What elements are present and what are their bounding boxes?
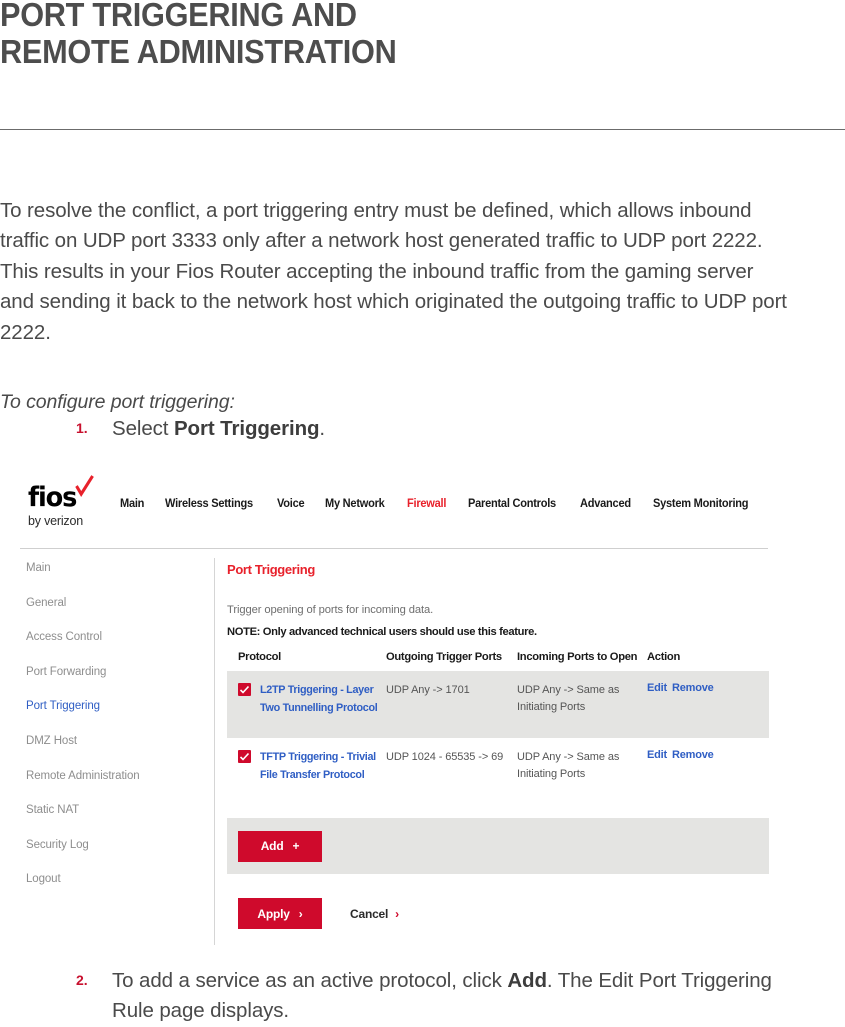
step-1-text-before: Select: [112, 417, 174, 440]
top-navigation: Main Wireless Settings Voice My Network …: [120, 498, 752, 510]
chevron-right-icon: ›: [395, 906, 399, 921]
sidebar-item-port-triggering[interactable]: Port Triggering: [26, 700, 202, 712]
nav-item-voice[interactable]: Voice: [277, 498, 305, 510]
sidebar: Main General Access Control Port Forward…: [26, 562, 202, 908]
footer-actions: Apply › Cancel ›: [238, 898, 787, 929]
row-checkbox[interactable]: [238, 750, 251, 763]
add-row-band: Add +: [227, 818, 769, 874]
table-row: L2TP Triggering - Layer Two Tunnelling P…: [227, 671, 769, 738]
step-1-text-after: .: [319, 417, 326, 440]
numbered-step-2: 2. To add a service as an active protoco…: [76, 966, 816, 1026]
step-2-text-before: To add a service as an active protocol, …: [112, 969, 508, 992]
panel-title: Port Triggering: [227, 562, 315, 577]
step-2-number: 2.: [76, 972, 88, 988]
page-title-line-1: PORT TRIGGERING AND: [0, 0, 357, 33]
protocol-cell: L2TP Triggering - Layer Two Tunnelling P…: [238, 682, 386, 717]
panel-description: Trigger opening of ports for incoming da…: [227, 604, 434, 616]
checkmark-icon: [240, 686, 249, 694]
table-row: TFTP Triggering - Trivial File Transfer …: [227, 738, 769, 805]
row-checkbox[interactable]: [238, 683, 251, 696]
fios-wordmark: fios: [28, 475, 119, 513]
nav-item-advanced[interactable]: Advanced: [580, 498, 631, 510]
checkmark-icon: [240, 753, 249, 761]
edit-link[interactable]: Edit: [647, 749, 667, 761]
sidebar-divider: [214, 558, 215, 945]
sidebar-item-general[interactable]: General: [26, 597, 202, 609]
add-button-label: Add: [260, 839, 284, 853]
fios-logo: fios by verizon: [28, 475, 124, 528]
incoming-ports-value: UDP Any -> Same as Initiating Ports: [517, 751, 620, 780]
apply-button-label: Apply: [257, 906, 290, 921]
sidebar-item-security-log[interactable]: Security Log: [26, 839, 202, 851]
intro-paragraph: To resolve the conflict, a port triggeri…: [0, 198, 787, 344]
nav-item-firewall[interactable]: Firewall: [407, 498, 446, 510]
fios-wordmark-text: fios: [28, 482, 77, 513]
protocol-name[interactable]: TFTP Triggering - Trivial File Transfer …: [260, 749, 380, 784]
cancel-button-label: Cancel: [350, 906, 389, 921]
remove-link[interactable]: Remove: [672, 682, 714, 694]
nav-item-main[interactable]: Main: [120, 498, 144, 510]
nav-item-system-monitoring[interactable]: System Monitoring: [653, 498, 749, 510]
column-header-protocol: Protocol: [238, 651, 281, 663]
row-actions: Edit Remove: [647, 749, 767, 761]
step-1-number: 1.: [76, 420, 88, 436]
sidebar-item-remote-administration[interactable]: Remote Administration: [26, 770, 202, 782]
sidebar-item-dmz-host[interactable]: DMZ Host: [26, 735, 202, 747]
router-ui-screenshot: fios by verizon Main Wireless Settings V…: [16, 470, 806, 948]
protocol-cell: TFTP Triggering - Trivial File Transfer …: [238, 749, 386, 784]
nav-item-wireless-settings[interactable]: Wireless Settings: [165, 498, 253, 510]
protocol-name[interactable]: L2TP Triggering - Layer Two Tunnelling P…: [260, 682, 380, 717]
port-triggering-table: Protocol Outgoing Trigger Ports Incoming…: [227, 651, 769, 805]
sidebar-item-main[interactable]: Main: [26, 562, 202, 574]
remove-link[interactable]: Remove: [672, 749, 714, 761]
nav-item-parental-controls[interactable]: Parental Controls: [468, 498, 556, 510]
title-divider: [0, 129, 845, 130]
incoming-ports-value: UDP Any -> Same as Initiating Ports: [517, 684, 620, 713]
step-2-bold: Add: [507, 969, 547, 992]
step-2-text: To add a service as an active protocol, …: [112, 966, 816, 1026]
sidebar-item-static-nat[interactable]: Static NAT: [26, 804, 202, 816]
configure-lead-text: To configure port triggering:: [0, 390, 235, 413]
nav-item-my-network[interactable]: My Network: [325, 498, 385, 510]
column-header-action: Action: [647, 651, 681, 663]
verizon-tagline: by verizon: [28, 514, 83, 528]
add-button[interactable]: Add +: [238, 830, 322, 862]
cancel-button[interactable]: Cancel ›: [344, 906, 405, 922]
row-actions: Edit Remove: [647, 682, 767, 694]
numbered-step-1: 1. Select Port Triggering.: [76, 414, 776, 444]
plus-icon: +: [292, 839, 300, 853]
column-header-incoming-ports-to-open: Incoming Ports to Open: [517, 651, 638, 663]
table-header-row: Protocol Outgoing Trigger Ports Incoming…: [227, 651, 769, 671]
edit-link[interactable]: Edit: [647, 682, 667, 694]
apply-button[interactable]: Apply ›: [238, 898, 322, 929]
chevron-right-icon: ›: [298, 906, 303, 921]
sidebar-item-logout[interactable]: Logout: [26, 873, 202, 885]
nav-divider: [20, 548, 768, 549]
step-1-text: Select Port Triggering.: [112, 414, 325, 444]
outgoing-ports-value: UDP Any -> 1701: [386, 684, 470, 696]
sidebar-item-port-forwarding[interactable]: Port Forwarding: [26, 666, 202, 678]
port-triggering-panel: Port Triggering Trigger opening of ports…: [227, 562, 787, 929]
page-title: PORT TRIGGERING AND REMOTE ADMINISTRATIO…: [0, 0, 763, 70]
page-title-line-2: REMOTE ADMINISTRATION: [0, 33, 397, 70]
column-header-outgoing-trigger-ports: Outgoing Trigger Ports: [386, 651, 502, 663]
sidebar-item-access-control[interactable]: Access Control: [26, 631, 202, 643]
step-1-bold: Port Triggering: [173, 417, 320, 440]
outgoing-ports-value: UDP 1024 - 65535 -> 69: [386, 751, 504, 763]
check-icon: [75, 475, 94, 497]
panel-note: NOTE: Only advanced technical users shou…: [227, 626, 537, 638]
